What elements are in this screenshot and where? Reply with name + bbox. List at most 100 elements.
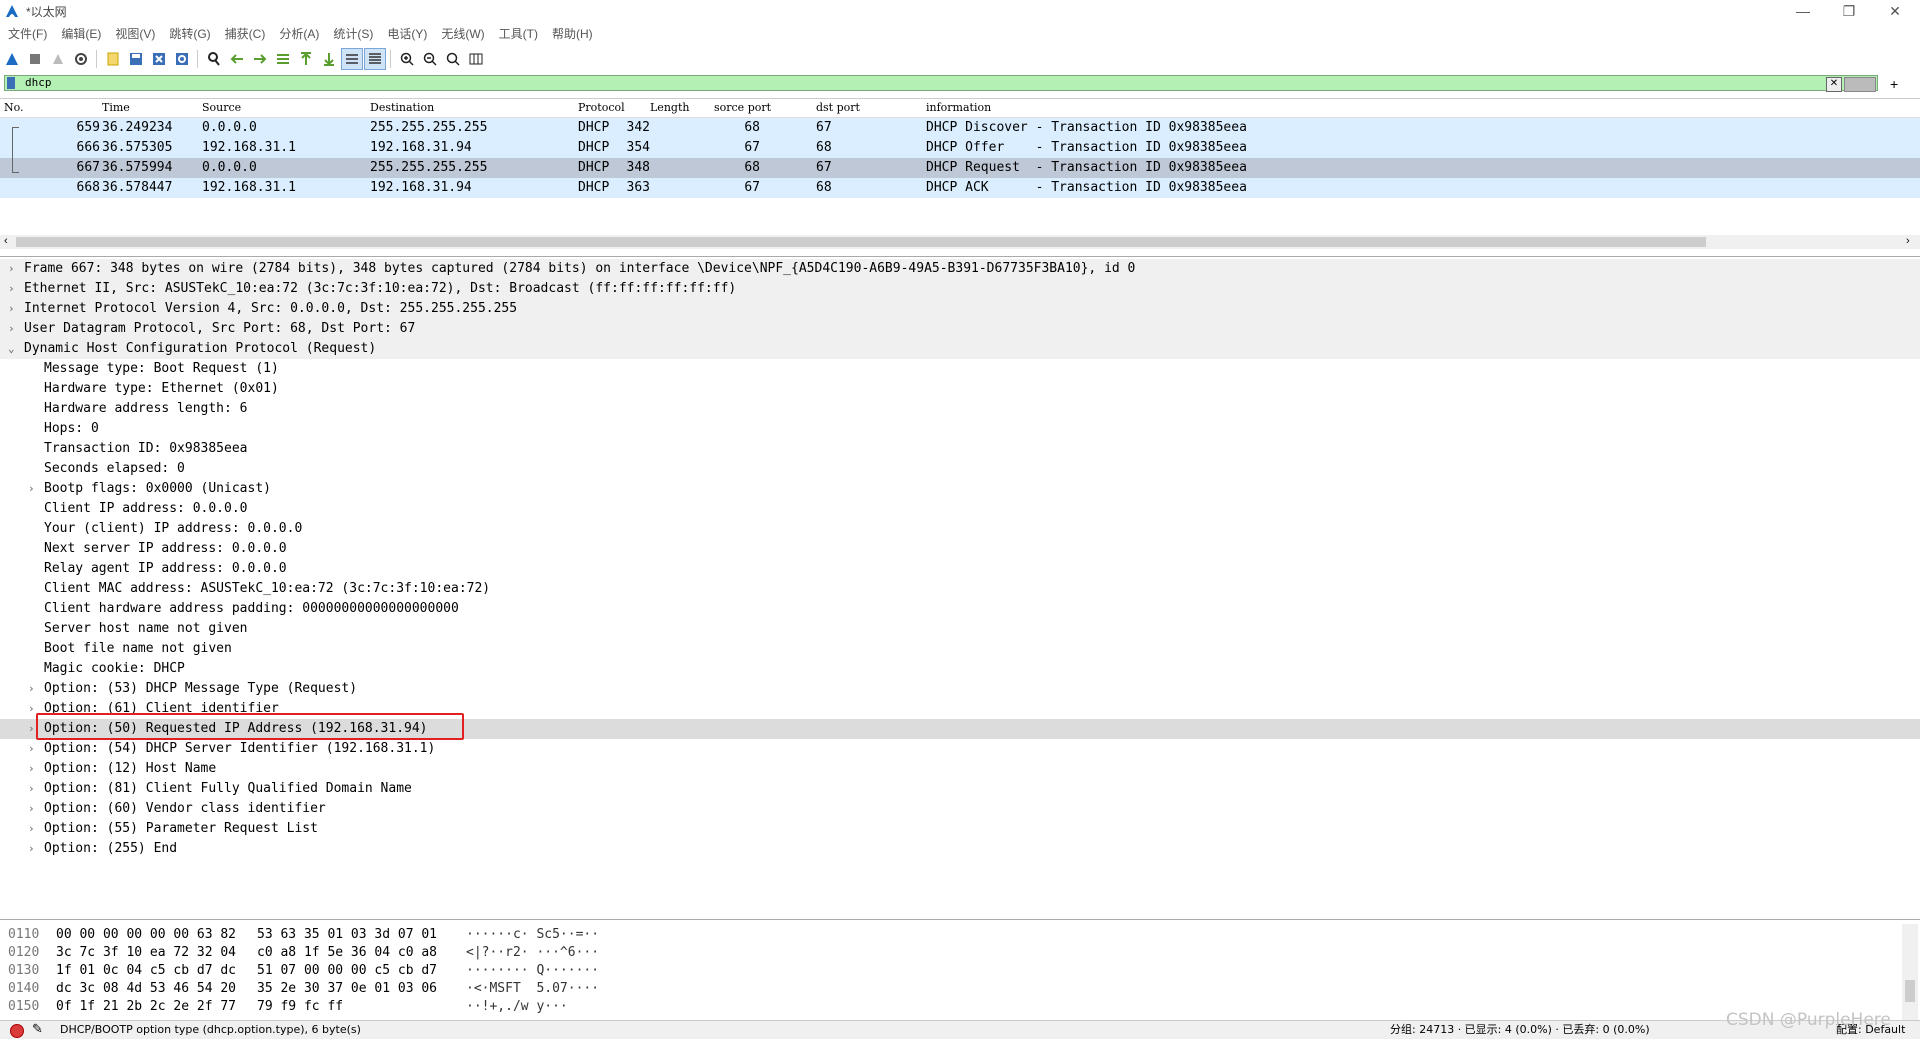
- packet-row[interactable]: 667 36.575994 0.0.0.0 255.255.255.255 DHCP 34…: [0, 158, 1920, 178]
- chevron-right-icon[interactable]: ›: [8, 319, 15, 339]
- shark-start-icon[interactable]: [1, 48, 23, 70]
- detail-tree-item[interactable]: Client IP address: 0.0.0.0: [0, 499, 1920, 519]
- open-file-icon[interactable]: [102, 48, 124, 70]
- scroll-right-icon[interactable]: ›: [1906, 235, 1910, 247]
- expert-info-icon[interactable]: [10, 1024, 24, 1038]
- col-header-source-port[interactable]: sorce port: [714, 101, 771, 114]
- options-icon[interactable]: [70, 48, 92, 70]
- last-packet-icon[interactable]: [318, 48, 340, 70]
- menu-capture[interactable]: 捕获(C): [225, 25, 266, 42]
- detail-tree-item[interactable]: Server host name not given: [0, 619, 1920, 639]
- col-header-dst-port[interactable]: dst port: [816, 101, 860, 114]
- edit-comment-icon[interactable]: ✎: [32, 1021, 43, 1039]
- restart-icon[interactable]: [47, 48, 69, 70]
- arrow-right-icon[interactable]: [1844, 77, 1876, 92]
- chevron-down-icon[interactable]: ⌄: [8, 339, 15, 359]
- detail-tree-item[interactable]: Your (client) IP address: 0.0.0.0: [0, 519, 1920, 539]
- bookmark-icon[interactable]: [7, 77, 15, 89]
- chevron-right-icon[interactable]: ›: [28, 799, 35, 819]
- bytes-scrollbar[interactable]: [1902, 924, 1918, 1020]
- autoscroll-icon[interactable]: [341, 48, 363, 70]
- detail-tree-item[interactable]: › Option: (81) Client Fully Qualified Dom…: [0, 779, 1920, 799]
- display-filter-input[interactable]: dhcp: [4, 75, 1878, 91]
- restore-button[interactable]: ❐: [1826, 0, 1872, 22]
- detail-tree-item[interactable]: Client hardware address padding: 0000000…: [0, 599, 1920, 619]
- col-header-no[interactable]: No.: [4, 101, 24, 114]
- chevron-right-icon[interactable]: ›: [28, 719, 35, 739]
- go-to-packet-icon[interactable]: [272, 48, 294, 70]
- detail-tree-root[interactable]: › Frame 667: 348 bytes on wire (2784 bits…: [0, 259, 1920, 279]
- col-header-destination[interactable]: Destination: [370, 101, 434, 114]
- find-icon[interactable]: [203, 48, 225, 70]
- col-header-source[interactable]: Source: [202, 101, 241, 114]
- bytes-row[interactable]: 0150 0f 1f 21 2b 2c 2e 2f 77 79 f9 fc ff ··…: [0, 998, 1900, 1016]
- detail-tree-item[interactable]: › Option: (54) DHCP Server Identifier (19…: [0, 739, 1920, 759]
- menu-statistics[interactable]: 统计(S): [333, 25, 373, 42]
- detail-tree-item[interactable]: Message type: Boot Request (1): [0, 359, 1920, 379]
- detail-tree-item[interactable]: › Option: (60) Vendor class identifier: [0, 799, 1920, 819]
- chevron-right-icon[interactable]: ›: [8, 259, 15, 279]
- detail-tree-root[interactable]: › Ethernet II, Src: ASUSTekC_10:ea:72 (3c…: [0, 279, 1920, 299]
- chevron-right-icon[interactable]: ›: [8, 299, 15, 319]
- menu-tools[interactable]: 工具(T): [499, 25, 538, 42]
- chevron-right-icon[interactable]: ›: [28, 679, 35, 699]
- chevron-right-icon[interactable]: ›: [28, 759, 35, 779]
- reload-icon[interactable]: [171, 48, 193, 70]
- packet-list-scrollbar[interactable]: ‹ ›: [0, 235, 1920, 249]
- menu-edit[interactable]: 编辑(E): [61, 25, 101, 42]
- col-header-information[interactable]: information: [926, 101, 991, 114]
- detail-tree-root[interactable]: ⌄ Dynamic Host Configuration Protocol (Re…: [0, 339, 1920, 359]
- add-filter-button[interactable]: +: [1890, 76, 1898, 92]
- detail-tree-item[interactable]: Hardware type: Ethernet (0x01): [0, 379, 1920, 399]
- detail-tree-item[interactable]: Relay agent IP address: 0.0.0.0: [0, 559, 1920, 579]
- zoom-out-icon[interactable]: [419, 48, 441, 70]
- detail-tree-item[interactable]: › Option: (12) Host Name: [0, 759, 1920, 779]
- menu-file[interactable]: 文件(F): [8, 25, 47, 42]
- bytes-row[interactable]: 0130 1f 01 0c 04 c5 cb d7 dc 51 07 00 00 0…: [0, 962, 1900, 980]
- detail-tree-item[interactable]: Next server IP address: 0.0.0.0: [0, 539, 1920, 559]
- chevron-right-icon[interactable]: ›: [28, 479, 35, 499]
- close-button[interactable]: ✕: [1872, 0, 1918, 22]
- detail-tree-item[interactable]: › Option: (255) End: [0, 839, 1920, 859]
- zoom-normal-icon[interactable]: [442, 48, 464, 70]
- packet-row[interactable]: 666 36.575305 192.168.31.1 192.168.31.94 DHC…: [0, 138, 1920, 158]
- menu-analyze[interactable]: 分析(A): [279, 25, 319, 42]
- clear-icon[interactable]: ✕: [1826, 77, 1842, 92]
- menu-telephony[interactable]: 电话(Y): [387, 25, 427, 42]
- chevron-right-icon[interactable]: ›: [8, 279, 15, 299]
- detail-tree-item[interactable]: › Bootp flags: 0x0000 (Unicast): [0, 479, 1920, 499]
- packet-row[interactable]: 668 36.578447 192.168.31.1 192.168.31.94 DHC…: [0, 178, 1920, 198]
- minimize-button[interactable]: —: [1780, 0, 1826, 22]
- menu-wireless[interactable]: 无线(W): [441, 25, 484, 42]
- detail-tree-item[interactable]: Magic cookie: DHCP: [0, 659, 1920, 679]
- menu-go[interactable]: 跳转(G): [169, 25, 210, 42]
- bytes-row[interactable]: 0140 dc 3c 08 4d 53 46 54 20 35 2e 30 37 0…: [0, 980, 1900, 998]
- chevron-right-icon[interactable]: ›: [28, 779, 35, 799]
- detail-tree-item[interactable]: › Option: (55) Parameter Request List: [0, 819, 1920, 839]
- detail-tree-root[interactable]: › User Datagram Protocol, Src Port: 68, D…: [0, 319, 1920, 339]
- col-header-time[interactable]: Time: [102, 101, 130, 114]
- resize-columns-icon[interactable]: [465, 48, 487, 70]
- chevron-right-icon[interactable]: ›: [28, 819, 35, 839]
- detail-tree-root[interactable]: › Internet Protocol Version 4, Src: 0.0.0…: [0, 299, 1920, 319]
- scrollbar-thumb[interactable]: [1905, 980, 1915, 1002]
- col-header-length[interactable]: Length: [650, 101, 689, 114]
- menu-view[interactable]: 视图(V): [115, 25, 155, 42]
- chevron-right-icon[interactable]: ›: [28, 839, 35, 859]
- scrollbar-thumb[interactable]: [16, 237, 1706, 247]
- scroll-left-icon[interactable]: ‹: [4, 235, 8, 247]
- detail-tree-item[interactable]: Hops: 0: [0, 419, 1920, 439]
- zoom-in-icon[interactable]: [396, 48, 418, 70]
- detail-tree-item[interactable]: › Option: (53) DHCP Message Type (Request…: [0, 679, 1920, 699]
- save-icon[interactable]: [125, 48, 147, 70]
- back-icon[interactable]: [226, 48, 248, 70]
- bytes-row[interactable]: 0110 00 00 00 00 00 00 63 82 53 63 35 01 0…: [0, 926, 1900, 944]
- first-packet-icon[interactable]: [295, 48, 317, 70]
- chevron-right-icon[interactable]: ›: [28, 739, 35, 759]
- detail-tree-item[interactable]: Transaction ID: 0x98385eea: [0, 439, 1920, 459]
- menu-help[interactable]: 帮助(H): [552, 25, 593, 42]
- col-header-protocol[interactable]: Protocol: [578, 101, 625, 114]
- bytes-row[interactable]: 0120 3c 7c 3f 10 ea 72 32 04 c0 a8 1f 5e 3…: [0, 944, 1900, 962]
- colorize-icon[interactable]: [364, 48, 386, 70]
- detail-tree-item[interactable]: Seconds elapsed: 0: [0, 459, 1920, 479]
